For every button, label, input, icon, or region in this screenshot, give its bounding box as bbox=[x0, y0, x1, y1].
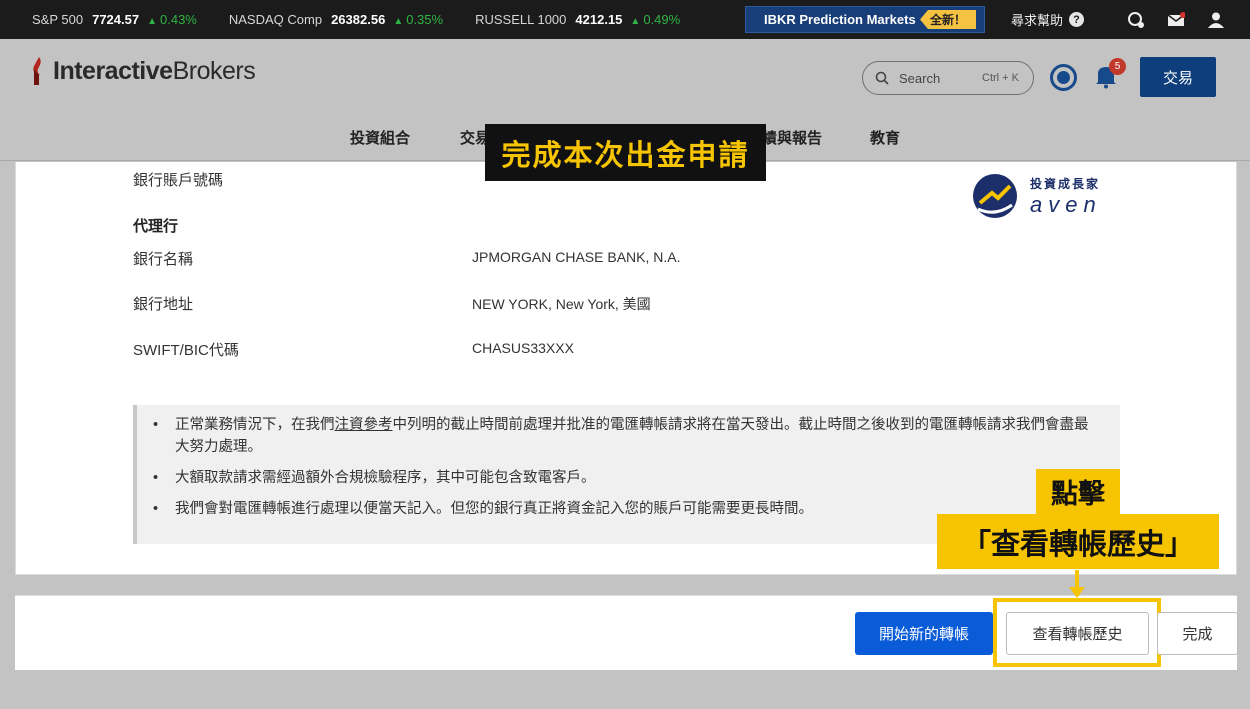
intermediary-bank-heading: 代理行 bbox=[133, 218, 179, 235]
ticker-name: NASDAQ Comp bbox=[228, 12, 323, 27]
search-icon bbox=[875, 71, 889, 85]
bank-address-label: 銀行地址 bbox=[133, 296, 194, 313]
ticker-price: 7724.57 bbox=[92, 12, 140, 27]
utility-menu: 尋求幫助 ? bbox=[1011, 0, 1226, 39]
user-icon[interactable] bbox=[1206, 10, 1226, 30]
note-item: 正常業務情況下，在我們注資參考中列明的截止時間前處理并批准的電匯轉帳請求將在當天… bbox=[153, 414, 1092, 458]
note-text: 正常業務情況下，在我們 bbox=[175, 417, 335, 433]
ib-flame-icon bbox=[33, 57, 41, 85]
ticker-item[interactable]: S&P 500 7724.57 0.43% bbox=[32, 12, 197, 27]
done-button[interactable]: 完成 bbox=[1157, 612, 1238, 655]
ticker-change: 0.35% bbox=[393, 12, 443, 27]
ib-logo[interactable]: InteractiveBrokers bbox=[31, 55, 256, 87]
swift-value: CHASUS33XXX bbox=[472, 340, 574, 356]
account-switch-icon[interactable] bbox=[1049, 63, 1078, 92]
tutorial-banner: 完成本次出金申請 bbox=[485, 124, 766, 181]
help-link[interactable]: 尋求幫助 ? bbox=[1011, 10, 1084, 29]
notifications-button[interactable]: 5 bbox=[1095, 58, 1126, 91]
ticker-change: 0.49% bbox=[630, 12, 680, 27]
promo-label: IBKR Prediction Markets bbox=[764, 12, 916, 27]
highlight-box bbox=[993, 598, 1161, 667]
question-icon: ? bbox=[1069, 12, 1084, 27]
ticker-change: 0.43% bbox=[147, 12, 197, 27]
start-new-transfer-button[interactable]: 開始新的轉帳 bbox=[855, 612, 993, 655]
prediction-markets-promo[interactable]: IBKR Prediction Markets 全新！ bbox=[745, 6, 985, 33]
brand-name-rest: Brokers bbox=[172, 56, 256, 85]
note-item: 大額取款請求需經過額外合規檢驗程序，其中可能包含致電客戶。 bbox=[153, 467, 1092, 489]
account-number-label: 銀行賬戶號碼 bbox=[133, 172, 224, 189]
mail-icon[interactable] bbox=[1166, 10, 1186, 30]
nav-portfolio[interactable]: 投資組合 bbox=[350, 127, 410, 148]
bank-name-value: JPMORGAN CHASE BANK, N.A. bbox=[472, 249, 681, 265]
ticker-price: 4212.15 bbox=[575, 12, 623, 27]
notification-badge: 5 bbox=[1109, 58, 1126, 75]
search-box[interactable]: Search Ctrl + K bbox=[862, 61, 1034, 95]
callout-click: 點擊 bbox=[1036, 469, 1120, 514]
ticker-item[interactable]: NASDAQ Comp 26382.56 0.35% bbox=[229, 12, 443, 27]
aven-logo-icon bbox=[973, 174, 1017, 218]
nav-performance-reports[interactable]: 績與報告 bbox=[762, 127, 822, 148]
callout-target: 「查看轉帳歷史」 bbox=[937, 514, 1219, 569]
aven-watermark: 投資成長家 aven bbox=[970, 170, 1122, 222]
brand-name-bold: Interactive bbox=[53, 56, 173, 85]
search-shortcut: Ctrl + K bbox=[982, 72, 1019, 84]
watermark-line1: 投資成長家 bbox=[1030, 176, 1101, 191]
ticker-price: 26382.56 bbox=[331, 12, 386, 27]
search-input[interactable]: Search bbox=[899, 71, 940, 86]
swift-label: SWIFT/BIC代碼 bbox=[133, 342, 239, 359]
new-badge: 全新！ bbox=[919, 10, 976, 29]
ticker-name: S&P 500 bbox=[32, 12, 84, 27]
watermark-line2: aven bbox=[1030, 191, 1102, 217]
trade-button[interactable]: 交易 bbox=[1140, 57, 1216, 97]
brand-name: InteractiveBrokers bbox=[53, 56, 256, 86]
ticker-item[interactable]: RUSSELL 1000 4212.15 0.49% bbox=[475, 12, 680, 27]
bank-name-label: 銀行名稱 bbox=[133, 251, 194, 268]
help-label: 尋求幫助 bbox=[1010, 13, 1063, 28]
nav-education[interactable]: 教育 bbox=[870, 127, 900, 148]
chat-icon[interactable] bbox=[1126, 10, 1146, 30]
arrow-down-icon bbox=[1069, 570, 1085, 598]
market-ticker-bar: S&P 500 7724.57 0.43% NASDAQ Comp 26382.… bbox=[0, 0, 1250, 39]
funding-reference-link[interactable]: 注資參考 bbox=[335, 417, 393, 433]
bank-address-value: NEW YORK, New York, 美國 bbox=[472, 296, 651, 312]
ticker-name: RUSSELL 1000 bbox=[475, 12, 567, 27]
